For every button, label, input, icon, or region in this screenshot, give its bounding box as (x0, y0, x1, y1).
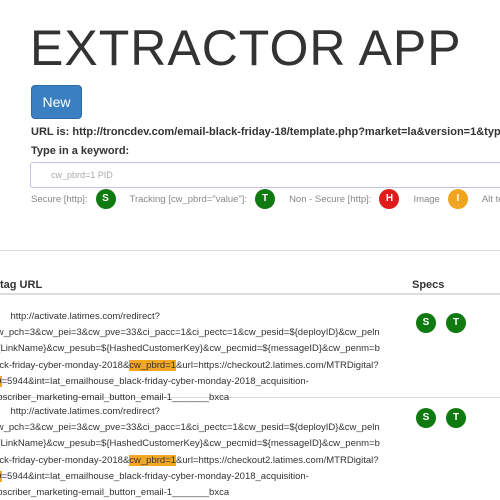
legend-secure-label: Secure [http]: (31, 193, 88, 205)
url-line: cw_pch=3&cw_pei=3&cw_pve=33&ci_pacc=1&ci… (0, 327, 380, 339)
tracking-badge: T (255, 189, 276, 209)
url-line: http://activate.latimes.com/redirect? (10, 406, 160, 417)
legend-alt-label: Alt text pr (481, 193, 500, 205)
new-button[interactable]: New (31, 85, 82, 119)
nonsecure-badge: H (379, 189, 400, 209)
url-line: ID=5944&int=lat_emailhouse_black-friday-… (0, 469, 404, 485)
secure-badge: S (416, 408, 436, 428)
url-line: ID=5944&int=lat_emailhouse_black-friday-… (0, 374, 404, 390)
table-row: http://activate.latimes.com/redirect? cw… (0, 398, 500, 500)
url-info: URL is: http://tronсdev.com/email-black-… (31, 126, 500, 138)
tracking-badge: T (446, 313, 466, 333)
table-header: tag URL Specs (0, 273, 500, 295)
legend-nonsecure-label: Non - Secure [http]: (289, 193, 372, 205)
keyword-highlight: cw_pbrd=1 (129, 454, 177, 466)
legend-image-label: Image (413, 193, 440, 205)
specs-cell: S T (416, 313, 476, 333)
page-title: EXTRACTOR APP (30, 20, 462, 76)
legend: Secure [http]: S Tracking [cw_pbrd="valu… (31, 188, 500, 210)
tracking-badge: T (446, 408, 466, 428)
secure-badge: S (95, 189, 116, 209)
specs-cell: S T (416, 408, 476, 428)
column-header-specs: Specs (412, 279, 445, 291)
url-line: http://activate.latimes.com/redirect? (10, 311, 160, 322)
url-cell[interactable]: http://activate.latimes.com/redirect? cw… (0, 309, 404, 406)
extractor-app-page: EXTRACTOR APP New URL is: http://tronсde… (0, 0, 500, 500)
url-line: ${LinkName}&cw_pesub=${HashedCustomerKey… (0, 343, 380, 355)
url-line: cw_pch=3&cw_pei=3&cw_pve=33&ci_pacc=1&ci… (0, 422, 380, 434)
url-line: lack-friday-cyber-monday-2018&cw_pbrd=1&… (0, 454, 379, 466)
table-row: http://activate.latimes.com/redirect? cw… (0, 303, 500, 403)
results-table: tag URL Specs http://activate.latimes.co… (0, 250, 500, 500)
url-line: lack-friday-cyber-monday-2018&cw_pbrd=1&… (0, 359, 379, 371)
url-cell[interactable]: http://activate.latimes.com/redirect? cw… (0, 404, 404, 500)
url-line: ${LinkName}&cw_pesub=${HashedCustomerKey… (0, 438, 380, 450)
image-badge: I (447, 189, 468, 209)
secure-badge: S (416, 313, 436, 333)
keyword-label: Type in a keyword: (31, 145, 130, 157)
column-header-url: tag URL (0, 279, 43, 291)
keyword-input[interactable] (30, 162, 500, 188)
url-line: ubscriber_marketing-email_button_email-1… (0, 487, 230, 499)
keyword-highlight: cw_pbrd=1 (129, 359, 177, 371)
legend-tracking-label: Tracking [cw_pbrd="value"]: (129, 193, 248, 205)
